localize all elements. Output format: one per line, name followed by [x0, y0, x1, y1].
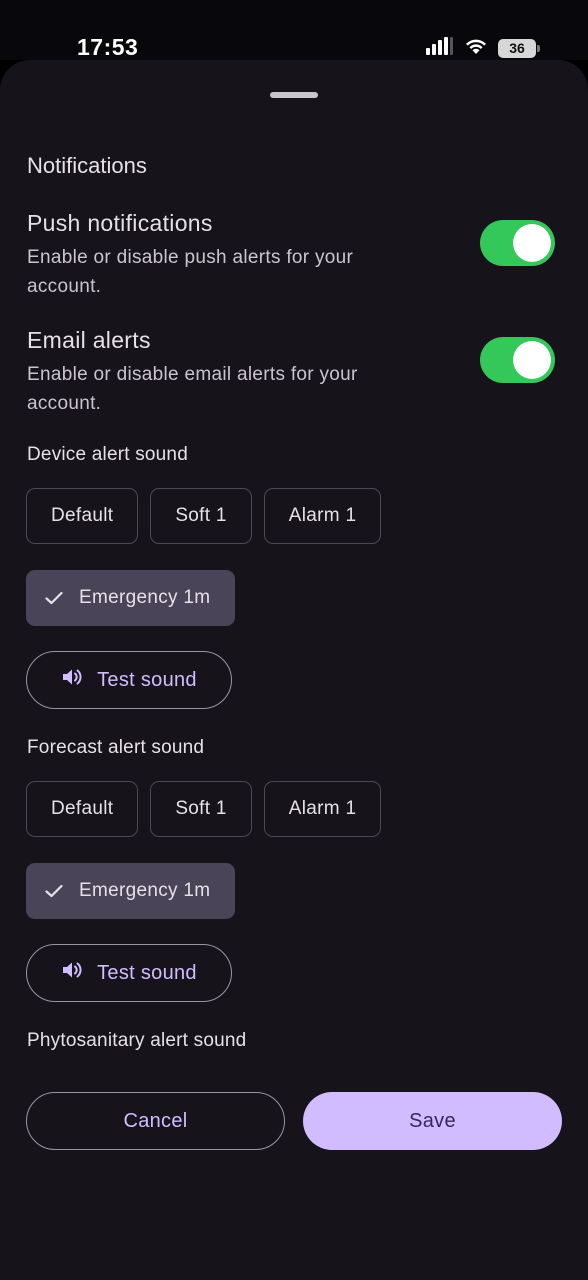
device-sound-option-emergency-1m[interactable]: Emergency 1m: [26, 570, 236, 626]
signal-icon: [426, 36, 454, 60]
status-icons: 36: [426, 36, 540, 60]
push-notifications-description: Enable or disable push alerts for your a…: [27, 247, 354, 297]
wifi-icon: [464, 37, 488, 60]
device-sound-option-default[interactable]: Default: [26, 488, 139, 544]
drag-handle[interactable]: [270, 92, 318, 98]
save-button[interactable]: Save: [303, 1092, 562, 1150]
device-sound-options: Default Soft 1 Alarm 1: [26, 488, 382, 544]
toggle-knob: [513, 224, 551, 262]
forecast-sound-selected-row: Emergency 1m: [26, 863, 236, 919]
notifications-sheet: Notifications Push notifications Enable …: [0, 60, 588, 1280]
battery-icon: 36: [498, 38, 540, 58]
push-notifications-toggle[interactable]: [480, 220, 555, 266]
forecast-sound-options: Default Soft 1 Alarm 1: [26, 781, 382, 837]
forecast-test-sound-button[interactable]: Test sound: [26, 944, 232, 1002]
phytosanitary-alert-sound-label: Phytosanitary alert sound: [27, 1030, 247, 1051]
status-bar: 17:53 36: [0, 0, 588, 60]
device-sound-option-alarm-1[interactable]: Alarm 1: [263, 488, 382, 544]
speaker-icon: [61, 667, 83, 693]
forecast-sound-option-default[interactable]: Default: [26, 781, 139, 837]
email-alerts-toggle[interactable]: [480, 337, 555, 383]
email-alerts-row: Email alerts Enable or disable email ale…: [27, 327, 561, 418]
forecast-sound-option-alarm-1[interactable]: Alarm 1: [263, 781, 382, 837]
forecast-test-sound-label: Test sound: [97, 961, 197, 984]
toggle-knob: [513, 341, 551, 379]
device-sound-option-soft-1[interactable]: Soft 1: [150, 488, 252, 544]
forecast-alert-sound-label: Forecast alert sound: [27, 737, 205, 758]
check-icon: [45, 591, 63, 605]
forecast-sound-option-emergency-1m[interactable]: Emergency 1m: [26, 863, 236, 919]
device-alert-sound-label: Device alert sound: [27, 444, 188, 465]
device-test-sound-button[interactable]: Test sound: [26, 651, 232, 709]
push-notifications-row: Push notifications Enable or disable pus…: [27, 210, 561, 301]
check-icon: [45, 884, 63, 898]
cancel-button[interactable]: Cancel: [26, 1092, 285, 1150]
status-time: 17:53: [77, 34, 139, 60]
email-alerts-description: Enable or disable email alerts for your …: [27, 364, 358, 414]
forecast-sound-selected-label: Emergency 1m: [79, 880, 211, 901]
forecast-sound-option-soft-1[interactable]: Soft 1: [150, 781, 252, 837]
device-test-sound-label: Test sound: [97, 668, 197, 691]
device-sound-selected-label: Emergency 1m: [79, 587, 211, 608]
section-title: Notifications: [27, 153, 147, 178]
speaker-icon: [61, 960, 83, 986]
device-sound-selected-row: Emergency 1m: [26, 570, 236, 626]
